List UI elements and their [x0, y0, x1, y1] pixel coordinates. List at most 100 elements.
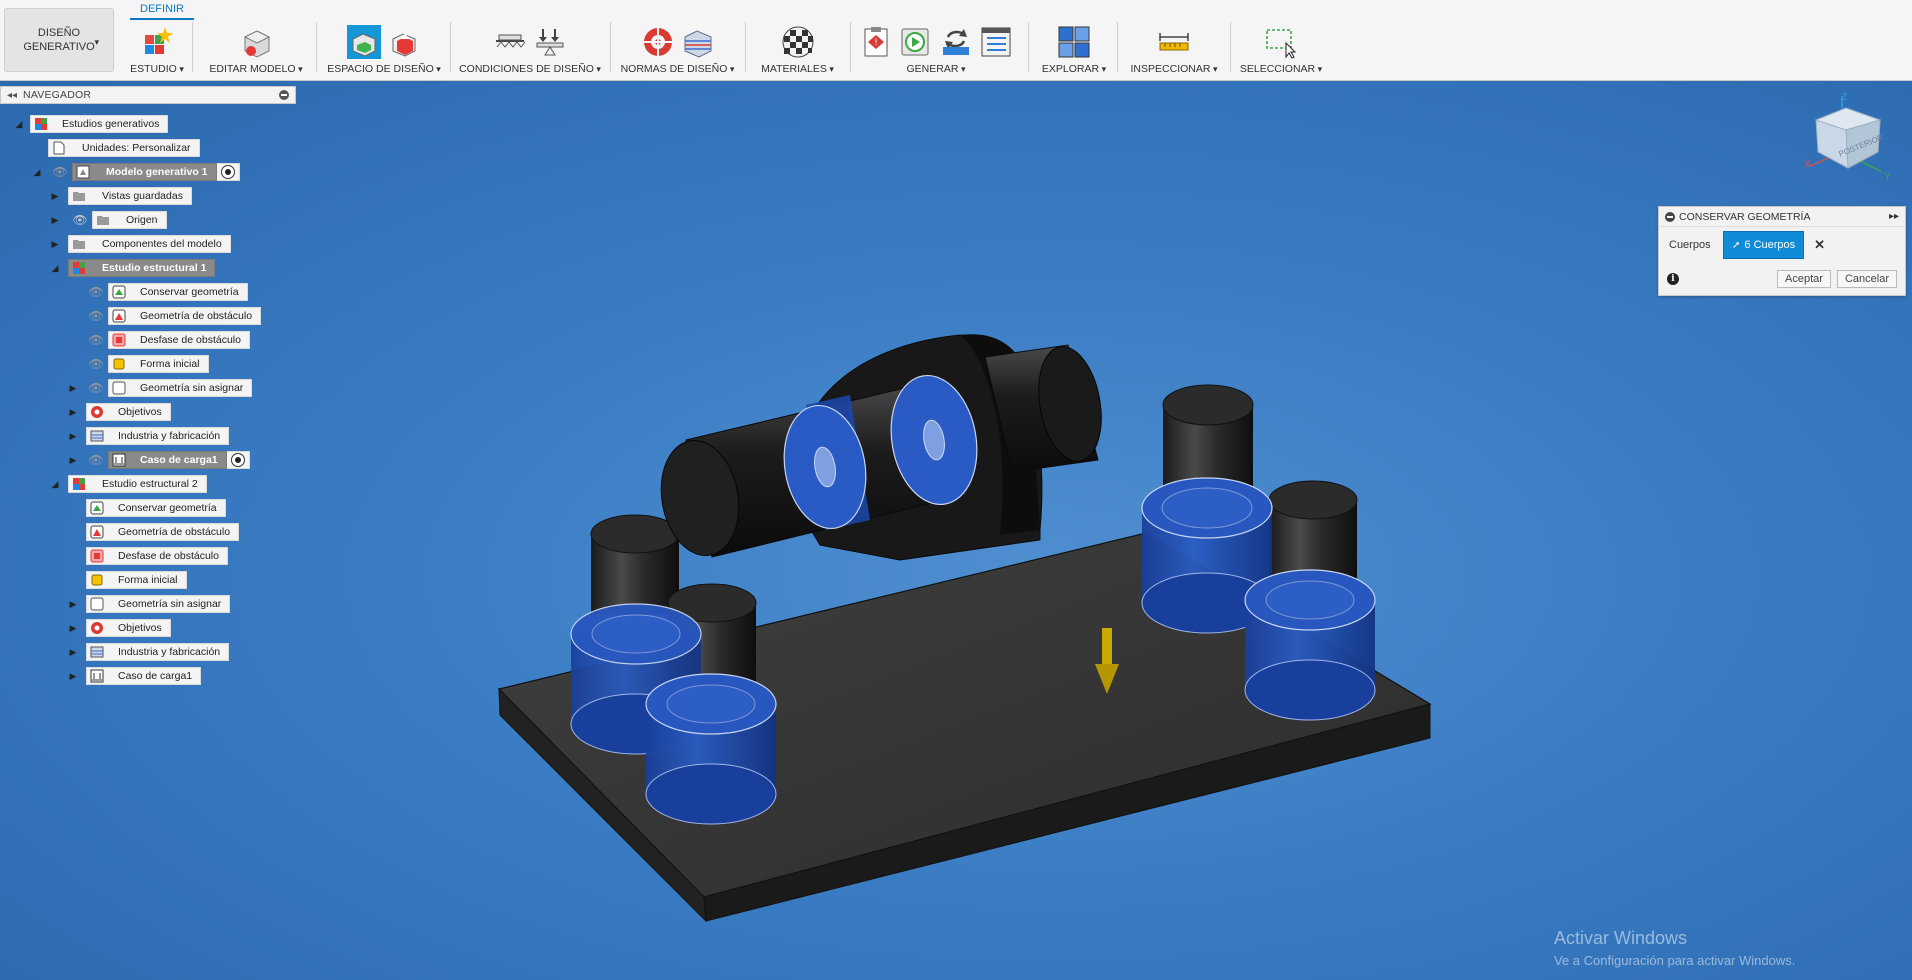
tree-node-s2-objectives[interactable]: Objetivos: [86, 619, 171, 637]
seleccionar-group[interactable]: SELECCIONAR: [1236, 18, 1326, 80]
tree-row-s1-starting[interactable]: 👁 Forma inicial: [88, 354, 209, 374]
collapse-triangle-icon[interactable]: ◢: [30, 165, 44, 179]
tree-row-s1-manufacturing[interactable]: ▶ Industria y fabricación: [66, 426, 230, 446]
navigator-header[interactable]: ◂◂ NAVEGADOR: [0, 86, 296, 104]
tree-row-s2-manufacturing[interactable]: ▶ Industria y fabricación: [66, 642, 230, 662]
collapse-icon[interactable]: ◂◂: [7, 90, 17, 101]
expand-triangle-icon[interactable]: ▶: [66, 645, 80, 659]
expand-triangle-icon[interactable]: ▶: [66, 405, 80, 419]
tree-node-saved-views[interactable]: Vistas guardadas: [68, 187, 192, 205]
tree-row-s2-unassigned[interactable]: ▶ Geometría sin asignar: [66, 594, 231, 614]
tree-row-saved-views[interactable]: ▶ Vistas guardadas: [48, 186, 192, 206]
visibility-eye-icon[interactable]: 👁: [88, 358, 104, 370]
tree-row-origin[interactable]: ▶ 👁 Origen: [48, 210, 167, 230]
bodies-selection-button[interactable]: ➚ 6 Cuerpos: [1723, 231, 1805, 259]
tree-row-root[interactable]: ◢ Estudios generativos: [12, 114, 169, 134]
minimize-icon[interactable]: [279, 90, 289, 100]
tree-row-s1-offset[interactable]: 👁 Desfase de obstáculo: [88, 330, 250, 350]
collapse-triangle-icon[interactable]: ◢: [12, 117, 26, 131]
visibility-eye-icon[interactable]: 👁: [88, 310, 104, 322]
expand-triangle-icon[interactable]: ▶: [66, 621, 80, 635]
estudio-group[interactable]: ESTUDIO: [128, 18, 186, 80]
tree-node-s1-preserve-geometry[interactable]: Conservar geometría: [108, 283, 248, 301]
visibility-eye-icon[interactable]: 👁: [72, 214, 88, 226]
tree-node-model-components[interactable]: Componentes del modelo: [68, 235, 231, 253]
tree-node-generative-studies[interactable]: Estudios generativos: [30, 115, 169, 133]
preserve-cylinder-right-front[interactable]: [1244, 569, 1376, 721]
tree-row-s2-obstacle[interactable]: Geometría de obstáculo: [86, 522, 240, 542]
tree-row-s2-preserve[interactable]: Conservar geometría: [86, 498, 226, 518]
expand-triangle-icon[interactable]: ▶: [48, 237, 62, 251]
expand-triangle-icon[interactable]: ▶: [66, 597, 80, 611]
normas-diseno-group[interactable]: NORMAS DE DISEÑO: [615, 18, 740, 80]
visibility-eye-icon[interactable]: 👁: [88, 454, 104, 466]
view-cube[interactable]: POSTERIOR Z X Y: [1790, 90, 1900, 185]
expand-triangle-icon[interactable]: ▶: [48, 189, 62, 203]
tree-row-study1[interactable]: ◢ Estudio estructural 1: [48, 258, 216, 278]
tree-row-s2-load[interactable]: ▶ Caso de carga1: [66, 666, 202, 686]
tree-row-model-components[interactable]: ▶ Componentes del modelo: [48, 234, 231, 254]
tree-row-model[interactable]: ◢ 👁 Modelo generativo 1: [30, 162, 240, 182]
editar-modelo-group[interactable]: EDITAR MODELO: [200, 18, 312, 80]
boss-back-left[interactable]: [590, 514, 680, 614]
preserve-cylinder-left-front[interactable]: [645, 673, 777, 825]
tree-row-s1-objectives[interactable]: ▶ Objetivos: [66, 402, 171, 422]
explorar-group[interactable]: EXPLORAR: [1035, 18, 1113, 80]
tree-node-s2-manufacturing[interactable]: Industria y fabricación: [86, 643, 230, 661]
model-canvas[interactable]: [0, 81, 1912, 980]
espacio-diseno-group[interactable]: ESPACIO DE DISEÑO: [320, 18, 448, 80]
ok-button[interactable]: Aceptar: [1777, 270, 1831, 288]
tree-row-s1-preserve[interactable]: 👁 Conservar geometría: [88, 282, 248, 302]
tree-node-generative-model[interactable]: Modelo generativo 1: [72, 163, 217, 181]
tree-row-s1-obstacle[interactable]: 👁 Geometría de obstáculo: [88, 306, 262, 326]
info-icon[interactable]: i: [1667, 273, 1679, 285]
tree-node-s1-load-case[interactable]: Caso de carga1: [108, 451, 227, 469]
tab-definir[interactable]: DEFINIR: [130, 0, 194, 20]
tree-node-study2[interactable]: Estudio estructural 2: [68, 475, 207, 493]
tree-node-s2-obstacle-offset[interactable]: Desfase de obstáculo: [86, 547, 228, 565]
collapse-triangle-icon[interactable]: ◢: [48, 477, 62, 491]
tree-node-s2-starting-shape[interactable]: Forma inicial: [86, 571, 187, 589]
expand-triangle-icon[interactable]: ▶: [66, 453, 80, 467]
tree-node-s1-manufacturing[interactable]: Industria y fabricación: [86, 427, 230, 445]
expand-triangle-icon[interactable]: ▶: [66, 429, 80, 443]
tree-node-s1-objectives[interactable]: Objetivos: [86, 403, 171, 421]
activate-radio[interactable]: [226, 451, 250, 469]
visibility-eye-icon[interactable]: 👁: [88, 334, 104, 346]
collapse-icon[interactable]: [1665, 211, 1675, 222]
tree-node-s1-unassigned-geometry[interactable]: Geometría sin asignar: [108, 379, 253, 397]
clear-selection-icon[interactable]: ✕: [1814, 237, 1825, 253]
tree-row-s2-starting[interactable]: Forma inicial: [86, 570, 187, 590]
collapse-triangle-icon[interactable]: ◢: [48, 261, 62, 275]
expand-triangle-icon[interactable]: ▶: [66, 381, 80, 395]
tree-row-study2[interactable]: ◢ Estudio estructural 2: [48, 474, 207, 494]
inspeccionar-group[interactable]: INSPECCIONAR: [1122, 18, 1226, 80]
tree-row-units[interactable]: Unidades: Personalizar: [48, 138, 200, 158]
tree-node-s1-starting-shape[interactable]: Forma inicial: [108, 355, 209, 373]
materiales-group[interactable]: MATERIALES: [750, 18, 845, 80]
tree-node-s2-obstacle-geometry[interactable]: Geometría de obstáculo: [86, 523, 240, 541]
tree-node-study1[interactable]: Estudio estructural 1: [68, 259, 216, 277]
visibility-eye-icon[interactable]: 👁: [88, 382, 104, 394]
tree-node-s2-preserve-geometry[interactable]: Conservar geometría: [86, 499, 226, 517]
activate-radio[interactable]: [216, 163, 240, 181]
expand-triangle-icon[interactable]: ▶: [48, 213, 62, 227]
expand-triangle-icon[interactable]: ▶: [66, 669, 80, 683]
tree-node-s1-obstacle-geometry[interactable]: Geometría de obstáculo: [108, 307, 262, 325]
visibility-eye-icon[interactable]: 👁: [88, 286, 104, 298]
tree-row-s2-offset[interactable]: Desfase de obstáculo: [86, 546, 228, 566]
expand-arrows-icon[interactable]: ▸▸: [1889, 211, 1899, 222]
tree-node-s2-unassigned-geometry[interactable]: Geometría sin asignar: [86, 595, 231, 613]
tree-node-origin[interactable]: Origen: [92, 211, 167, 229]
workspace-switcher[interactable]: DISEÑO GENERATIVO ▾: [4, 8, 114, 72]
tree-row-s1-load[interactable]: ▶ 👁 Caso de carga1: [66, 450, 250, 470]
tree-row-s2-objectives[interactable]: ▶ Objetivos: [66, 618, 171, 638]
tree-node-units[interactable]: Unidades: Personalizar: [48, 139, 200, 157]
cancel-button[interactable]: Cancelar: [1836, 270, 1897, 288]
tree-node-s2-load-case[interactable]: Caso de carga1: [86, 667, 202, 685]
tree-node-s1-obstacle-offset[interactable]: Desfase de obstáculo: [108, 331, 250, 349]
dialog-header[interactable]: CONSERVAR GEOMETRÍA ▸▸: [1659, 207, 1905, 227]
tree-row-s1-unassigned[interactable]: ▶ 👁 Geometría sin asignar: [66, 378, 253, 398]
generar-group[interactable]: ! GENERAR: [855, 18, 1017, 80]
visibility-eye-icon[interactable]: 👁: [52, 166, 68, 178]
